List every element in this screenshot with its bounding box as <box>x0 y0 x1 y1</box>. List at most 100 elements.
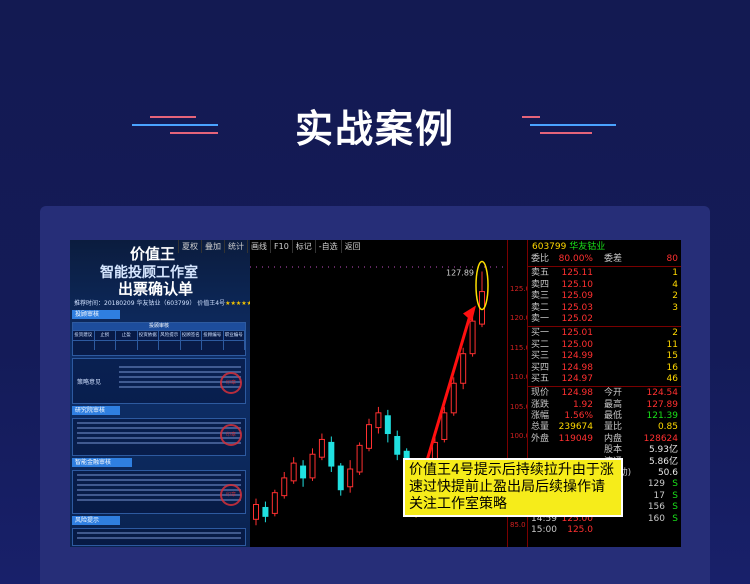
bid-row: 买五 124.97 46 <box>528 374 681 385</box>
toolbar-mark[interactable]: 标记 <box>291 240 315 253</box>
ask-price: 125.11 <box>561 268 594 279</box>
high-price-label: 127.89 <box>446 269 474 278</box>
ask-volume: 1 <box>672 268 678 279</box>
seal-stamp: 印章 <box>220 484 242 506</box>
stat-value: 124.54 <box>646 388 679 399</box>
stat-value: 128624 <box>643 433 678 444</box>
bid-volume: 16 <box>666 362 678 373</box>
candle-body <box>281 477 288 497</box>
candle-body <box>271 492 278 514</box>
strategy-label: 策略意见 <box>77 379 102 386</box>
trade-side: S <box>672 490 678 501</box>
ask-price: 125.09 <box>561 291 594 302</box>
page-title: 实战案例 <box>294 107 455 151</box>
candle-body <box>328 441 335 467</box>
ask-label: 卖五 <box>531 268 550 279</box>
bid-price: 124.97 <box>561 373 594 384</box>
ask-price: 125.03 <box>561 302 594 313</box>
candle-body <box>366 424 372 449</box>
candle-body <box>394 435 401 455</box>
trade-side: S <box>672 479 678 490</box>
candle-body <box>262 506 269 517</box>
stat-label: 最低 <box>604 411 623 422</box>
candle-body <box>347 468 354 488</box>
stat-value: 0.85 <box>657 422 678 433</box>
extra-label: 股本 <box>604 445 623 456</box>
stat-value: 1.92 <box>572 399 593 410</box>
stat-label: 涨幅 <box>531 411 550 422</box>
stat-row: 总量 239674 量比 0.85 <box>528 422 681 433</box>
toolbar-restore-rights[interactable]: 夏权 <box>178 240 201 253</box>
doc-meta: 推荐时间：20180209 华友钴业（603799） 价值王4号★★★★★ <box>74 298 250 307</box>
extra-row: 股本 5.93亿 <box>528 445 681 456</box>
trade-time: 15:00 <box>531 524 557 535</box>
bid-volume: 46 <box>666 373 678 384</box>
rating-stars: ★★★★★ <box>225 300 250 307</box>
toolbar-draw[interactable]: 画线 <box>247 240 270 253</box>
review-table-row: 投资建议 止损 止盈 投资依据 风险提示 投顾签名 投顾编号 职业编号 <box>73 330 245 340</box>
trade-side: S <box>672 513 678 524</box>
toolbar-back[interactable]: 返回 <box>340 240 364 253</box>
candle-body <box>290 462 297 482</box>
page: 实战案例 价值王 智能投顾工作室 出票确认单 推荐时间：20180209 华友钴… <box>0 0 750 584</box>
bid-volume: 15 <box>666 351 678 362</box>
bid-volume: 11 <box>666 339 678 350</box>
trade-volume: 156 <box>647 502 665 513</box>
candle-body <box>318 438 325 458</box>
stat-label: 现价 <box>531 388 550 399</box>
trade-volume: 129 <box>647 479 665 490</box>
seal-stamp: 印章 <box>220 424 242 446</box>
extra-value: 5.86亿 <box>648 456 678 467</box>
ask-row: 卖四 125.10 4 <box>528 280 681 291</box>
candle-body <box>375 412 382 429</box>
stat-row: 涨幅 1.56% 最低 121.39 <box>528 411 681 422</box>
stat-value: 124.98 <box>561 388 594 399</box>
seal-stamp: 印章 <box>220 372 242 394</box>
stat-row: 现价 124.98 今开 124.54 <box>528 388 681 399</box>
bid-price: 124.99 <box>561 351 594 362</box>
stat-row: 外盘 119049 内盘 128624 <box>528 434 681 445</box>
extra-value: 5.93亿 <box>648 445 678 456</box>
bid-row: 买四 124.98 16 <box>528 363 681 374</box>
toolbar-watchlist[interactable]: -自选 <box>314 240 341 253</box>
candle-body <box>300 465 307 479</box>
ask-label: 卖三 <box>531 291 550 302</box>
toolbar-overlay[interactable]: 叠加 <box>201 240 224 253</box>
extra-value: 50.6 <box>657 468 678 479</box>
annotation-note: 价值王4号提示后持续拉升由于涨速过快提前止盈出局后续操作请关注工作室策略 <box>403 458 623 517</box>
case-screenshot: 价值王 智能投顾工作室 出票确认单 推荐时间：20180209 华友钴业（603… <box>70 240 681 547</box>
chart-toolbar: 夏权 叠加 统计 画线 F10 标记 -自选 返回 <box>178 240 364 253</box>
col-take-profit: 止盈 <box>116 331 138 340</box>
candle-body <box>309 453 316 479</box>
risk-block <box>72 528 246 546</box>
ask-price: 125.10 <box>561 279 594 290</box>
ask-row: 卖三 125.09 2 <box>528 291 681 302</box>
ask-volume: 4 <box>672 279 678 290</box>
trade-row: 15:00 125.0 <box>528 525 681 536</box>
stock-name: 华友钴业 <box>569 242 606 252</box>
doc-brand: 价值王 <box>130 245 176 263</box>
col-stop-loss: 止损 <box>95 331 116 340</box>
stat-label: 内盘 <box>604 433 623 444</box>
col-advisor-no: 投顾编号 <box>202 331 224 340</box>
bid-label: 买二 <box>531 339 550 350</box>
bid-price: 124.98 <box>561 362 594 373</box>
diff-value: 80 <box>666 254 678 264</box>
col-license-no: 职业编号 <box>224 331 245 340</box>
col-advice: 投资建议 <box>73 331 95 340</box>
ask-volume: 3 <box>672 302 678 313</box>
doc-meta-text: 推荐时间：20180209 华友钴业（603799） 价值王4号 <box>74 300 226 307</box>
bid-price: 125.01 <box>561 328 594 339</box>
stat-row: 涨跌 1.92 最高 127.89 <box>528 400 681 411</box>
section-fintech-review: 智能金融审核 <box>72 458 132 467</box>
toolbar-f10[interactable]: F10 <box>270 240 292 253</box>
section-research-review: 研究院审核 <box>72 406 120 415</box>
bid-row: 买二 125.00 11 <box>528 340 681 351</box>
stat-value: 1.56% <box>564 411 593 422</box>
candle-body <box>356 444 363 473</box>
toolbar-stats[interactable]: 统计 <box>224 240 247 253</box>
review-table-header: 投顾审核 <box>73 323 245 330</box>
review-table-row <box>73 340 245 350</box>
ratio-label: 委比 <box>531 254 550 264</box>
bid-price: 125.00 <box>561 339 594 350</box>
